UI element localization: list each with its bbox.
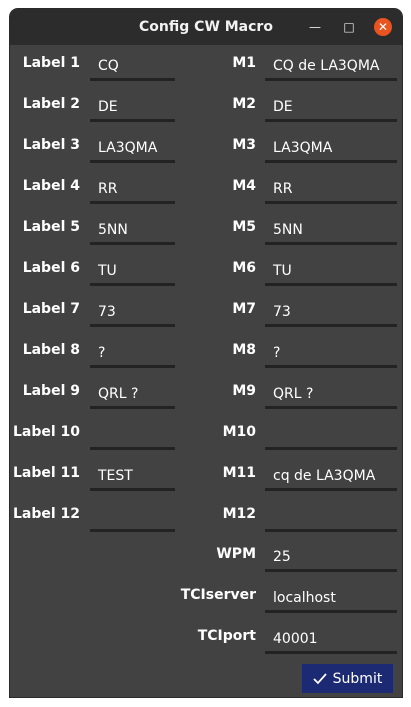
label-9-value: QRL ? <box>98 386 139 402</box>
label-9-name: Label 9 <box>22 383 80 399</box>
wpm-field[interactable]: 25 <box>265 542 397 572</box>
macro-12-name: M12 <box>222 506 256 522</box>
macro-9-value: QRL ? <box>273 386 314 402</box>
macro-10-name: M10 <box>222 424 256 440</box>
macro-5-field[interactable]: 5NN <box>265 215 397 245</box>
tciport-value: 40001 <box>273 631 318 647</box>
macro-11-field[interactable]: cq de LA3QMA <box>265 461 397 491</box>
label-10-field[interactable] <box>90 420 175 450</box>
label-12-name: Label 12 <box>12 506 80 522</box>
macro-4-field[interactable]: RR <box>265 174 397 204</box>
submit-button[interactable]: Submit <box>302 664 393 693</box>
label-1-name: Label 1 <box>22 55 80 71</box>
macro-1-field[interactable]: CQ de LA3QMA <box>265 51 397 81</box>
macro-7-field[interactable]: 73 <box>265 297 397 327</box>
label-1-field[interactable]: CQ <box>90 51 175 81</box>
macro-6-name: M6 <box>232 260 256 276</box>
label-11-field[interactable]: TEST <box>90 461 175 491</box>
label-9-field[interactable]: QRL ? <box>90 379 175 409</box>
config-cw-macro-window: Config CW Macro — □ ✕ Label 1 CQ M1 CQ de L… <box>10 9 402 697</box>
tciserver-label: TCIserver <box>180 587 256 603</box>
label-7-field[interactable]: 73 <box>90 297 175 327</box>
macro-3-value: LA3QMA <box>273 140 333 156</box>
tciport-label: TCIport <box>197 628 256 644</box>
tciserver-field[interactable]: localhost <box>265 583 397 613</box>
close-icon[interactable]: ✕ <box>374 18 392 36</box>
macro-3-field[interactable]: LA3QMA <box>265 133 397 163</box>
label-5-value: 5NN <box>98 222 128 238</box>
macro-8-value: ? <box>273 345 281 361</box>
label-2-name: Label 2 <box>22 96 80 112</box>
label-1-value: CQ <box>98 58 119 74</box>
label-5-name: Label 5 <box>22 219 80 235</box>
macro-4-value: RR <box>273 181 293 197</box>
title-bar: Config CW Macro — □ ✕ <box>10 9 402 45</box>
macro-1-name: M1 <box>232 55 256 71</box>
tciserver-value: localhost <box>273 590 336 606</box>
macro-5-name: M5 <box>232 219 256 235</box>
macro-2-field[interactable]: DE <box>265 92 397 122</box>
checkmark-icon <box>313 672 327 684</box>
macro-6-value: TU <box>273 263 292 279</box>
macro-3-name: M3 <box>232 137 256 153</box>
label-11-name: Label 11 <box>12 465 80 481</box>
macro-4-name: M4 <box>232 178 256 194</box>
macro-5-value: 5NN <box>273 222 303 238</box>
macro-8-name: M8 <box>232 342 256 358</box>
label-8-value: ? <box>98 345 106 361</box>
tciport-field[interactable]: 40001 <box>265 624 397 654</box>
label-4-value: RR <box>98 181 118 197</box>
label-5-field[interactable]: 5NN <box>90 215 175 245</box>
label-8-field[interactable]: ? <box>90 338 175 368</box>
macro-7-value: 73 <box>273 304 291 320</box>
macro-11-value: cq de LA3QMA <box>273 468 376 484</box>
label-7-value: 73 <box>98 304 116 320</box>
macro-11-name: M11 <box>222 465 256 481</box>
macro-12-field[interactable] <box>265 502 397 532</box>
maximize-icon[interactable]: □ <box>340 18 358 36</box>
macro-7-name: M7 <box>232 301 256 317</box>
label-6-value: TU <box>98 263 117 279</box>
label-8-name: Label 8 <box>22 342 80 358</box>
label-4-field[interactable]: RR <box>90 174 175 204</box>
wpm-value: 25 <box>273 549 291 565</box>
label-3-value: LA3QMA <box>98 140 158 156</box>
macro-9-name: M9 <box>232 383 256 399</box>
label-11-value: TEST <box>98 468 133 484</box>
macro-8-field[interactable]: ? <box>265 338 397 368</box>
macro-9-field[interactable]: QRL ? <box>265 379 397 409</box>
label-6-name: Label 6 <box>22 260 80 276</box>
macro-2-name: M2 <box>232 96 256 112</box>
label-2-field[interactable]: DE <box>90 92 175 122</box>
label-12-field[interactable] <box>90 502 175 532</box>
minimize-icon[interactable]: — <box>306 18 324 36</box>
wpm-label: WPM <box>216 546 256 562</box>
macro-6-field[interactable]: TU <box>265 256 397 286</box>
label-3-field[interactable]: LA3QMA <box>90 133 175 163</box>
label-6-field[interactable]: TU <box>90 256 175 286</box>
label-3-name: Label 3 <box>22 137 80 153</box>
macro-1-value: CQ de LA3QMA <box>273 58 380 74</box>
label-4-name: Label 4 <box>22 178 80 194</box>
macro-10-field[interactable] <box>265 420 397 450</box>
label-2-value: DE <box>98 99 118 115</box>
label-7-name: Label 7 <box>22 301 80 317</box>
label-10-name: Label 10 <box>12 424 80 440</box>
submit-label: Submit <box>332 670 383 687</box>
macro-2-value: DE <box>273 99 293 115</box>
